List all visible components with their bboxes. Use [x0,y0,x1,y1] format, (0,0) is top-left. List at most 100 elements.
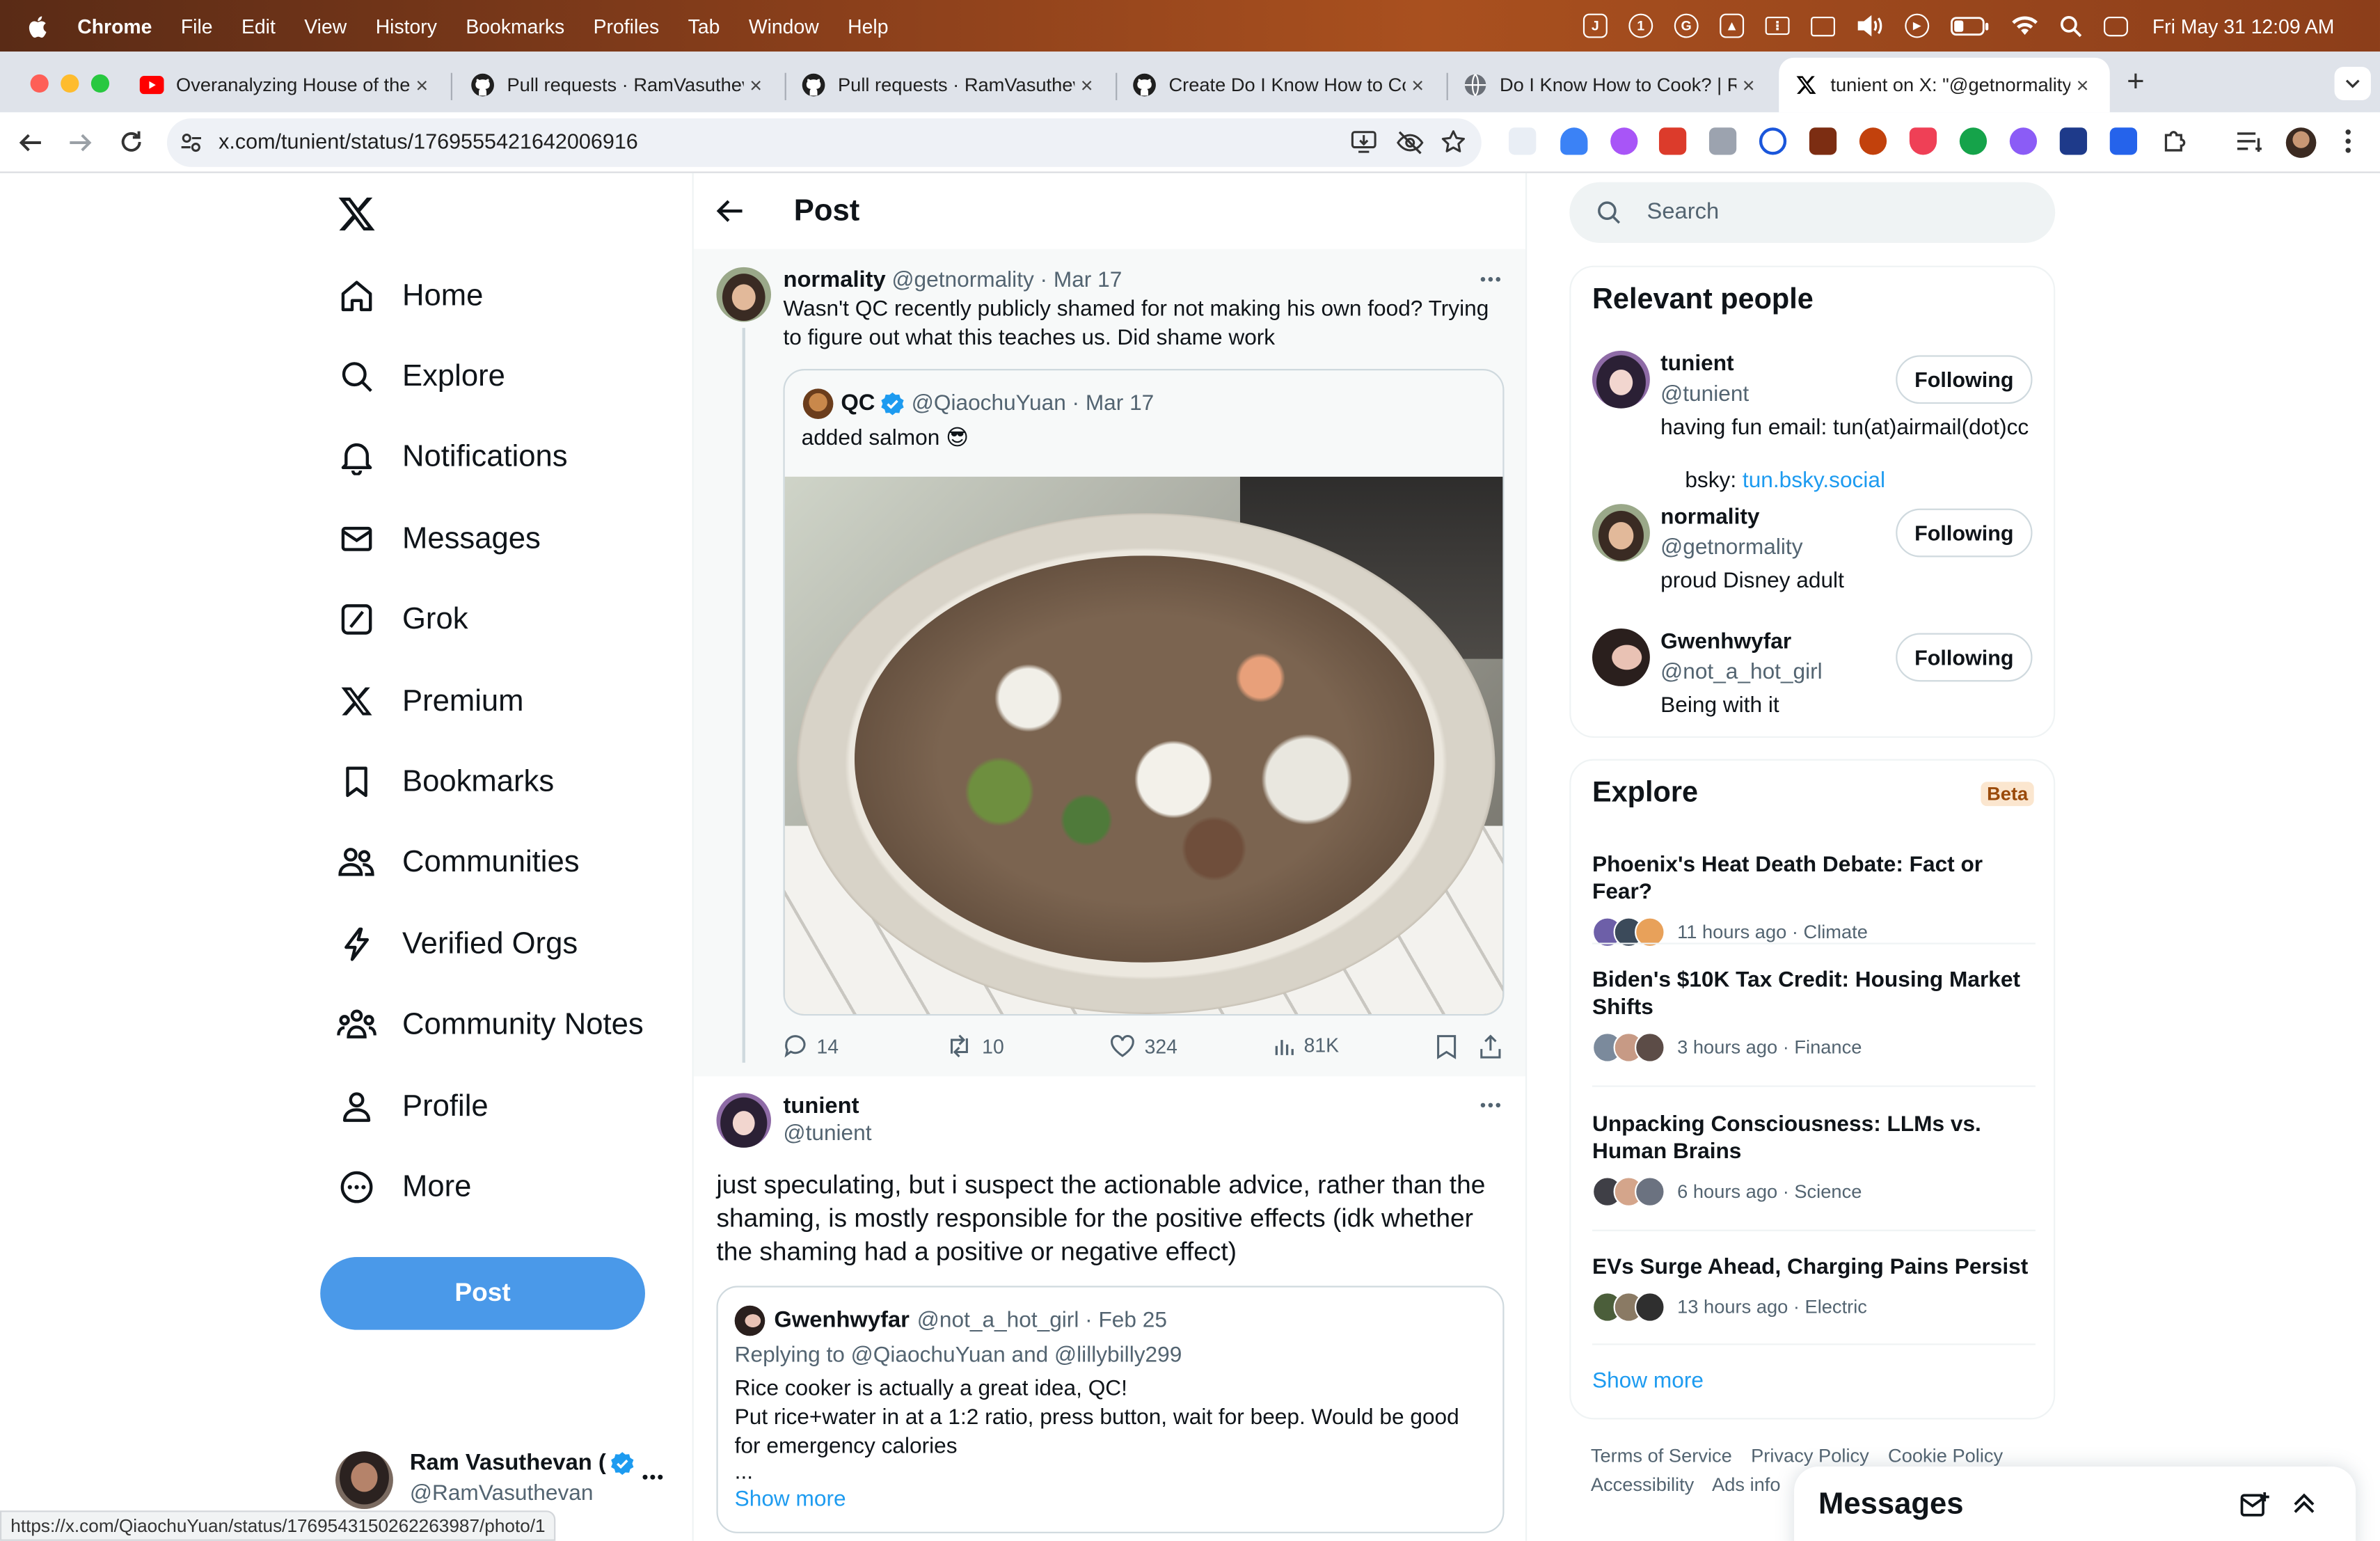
chrome-menu-icon[interactable] [2345,129,2351,153]
address-bar[interactable]: x.com/tunient/status/1769555421642006916 [166,118,1482,167]
extension-icon[interactable] [1759,127,1787,155]
browser-tab[interactable]: Create Do I Know How to Coo × [1117,58,1445,113]
tab-close-icon[interactable]: × [1074,73,1099,97]
footer-link-privacy[interactable]: Privacy Policy [1751,1445,1869,1467]
browser-tab[interactable]: Do I Know How to Cook? | Ra × [1448,58,1776,113]
spotlight-search-icon[interactable] [2060,15,2083,38]
tweet-more-icon[interactable] [1480,1102,1502,1108]
bookmark-icon[interactable] [1436,1034,1457,1059]
tab-close-icon[interactable]: × [744,73,768,97]
new-message-icon[interactable] [2240,1491,2271,1518]
search-input[interactable]: Search [1569,182,2056,243]
app-status-icon[interactable]: J [1582,13,1608,38]
forward-icon[interactable] [68,131,93,155]
reload-icon[interactable] [118,129,144,155]
browser-tab[interactable]: Pull requests · RamVasutheva × [455,58,783,113]
nav-bookmarks[interactable]: Bookmarks [337,752,554,812]
tweet-author-handle[interactable]: @getnormality [891,269,1033,293]
menu-view[interactable]: View [304,15,347,38]
messages-drawer[interactable]: Messages [1794,1466,2356,1541]
tab-close-icon[interactable]: × [1406,73,1430,97]
control-center-icon[interactable] [2104,15,2128,36]
food-photo[interactable] [784,476,1503,1014]
install-app-icon[interactable] [1351,131,1377,155]
footer-link-cookie[interactable]: Cookie Policy [1888,1445,2003,1467]
grammarly-status-icon[interactable]: G [1674,13,1699,38]
footer-link-terms[interactable]: Terms of Service [1591,1445,1732,1467]
nav-notifications[interactable]: Notifications [337,427,568,487]
menu-help[interactable]: Help [848,15,888,38]
person-handle[interactable]: @tunient [1660,383,1749,407]
following-button[interactable]: Following [1896,633,2033,682]
quoted-tweet[interactable]: Gwenhwyfar @not_a_hot_girl · Feb 25 Repl… [716,1286,1505,1533]
menu-file[interactable]: File [181,15,213,38]
person-handle[interactable]: @getnormality [1660,536,1802,560]
following-button[interactable]: Following [1896,508,2033,558]
share-icon[interactable] [1478,1034,1502,1059]
account-more-icon[interactable] [642,1474,664,1480]
extension-icon[interactable] [1560,127,1588,155]
extension-icon[interactable] [1509,127,1537,155]
tweet-author-handle[interactable]: @tunient [783,1122,871,1146]
menu-profiles[interactable]: Profiles [594,15,660,38]
show-more-link[interactable]: Show more [735,1487,846,1512]
volume-icon[interactable] [1857,14,1884,38]
nav-premium[interactable]: Premium [337,671,524,732]
display-status-icon[interactable] [1811,15,1835,36]
back-arrow-icon[interactable] [716,199,743,223]
play-status-icon[interactable]: ▶ [1905,13,1930,38]
back-icon[interactable] [18,131,42,155]
bookmark-star-icon[interactable] [1441,129,1466,155]
extension-icon[interactable] [2059,127,2088,155]
site-settings-icon[interactable] [181,132,203,154]
tweet-more-icon[interactable] [1480,276,1502,283]
expand-drawer-icon[interactable] [2292,1491,2316,1515]
person-name[interactable]: normality [1660,505,1759,530]
tweet-author-name[interactable]: normality [783,267,885,293]
reading-list-icon[interactable] [2236,129,2263,153]
new-tab-button[interactable]: + [2122,64,2149,100]
browser-tab[interactable]: Pull requests · RamVasutheva × [786,58,1114,113]
wifi-icon[interactable] [2011,15,2038,37]
extension-icon[interactable] [2009,127,2038,155]
window-minimize-button[interactable] [61,74,79,93]
bio-link[interactable]: tun.bsky.social [1743,469,1885,493]
nav-profile[interactable]: Profile [337,1076,489,1137]
drive-status-icon[interactable]: ▲ [1720,13,1745,38]
trend-item[interactable]: Biden's $10K Tax Credit: Housing Market … [1592,967,2036,1088]
menu-bookmarks[interactable]: Bookmarks [466,15,564,38]
following-button[interactable]: Following [1896,355,2033,404]
keyboard-status-icon[interactable]: ⁝ [1765,16,1790,35]
extension-icon[interactable] [1909,127,1937,155]
nav-community-notes[interactable]: Community Notes [337,995,644,1055]
nav-home[interactable]: Home [337,266,483,326]
extension-icon[interactable] [1708,127,1737,155]
like-button[interactable]: 324 [1109,1034,1177,1058]
nav-more[interactable]: More [337,1157,471,1217]
profile-avatar[interactable] [2285,127,2317,158]
apple-icon[interactable] [27,15,47,38]
quoted-tweet[interactable]: QC @QiaochuYuan · Mar 17 added salmon 😎 [783,369,1505,1016]
views-button[interactable]: 81K [1274,1034,1339,1057]
extension-icon[interactable] [1959,127,1988,155]
tab-close-icon[interactable]: × [1736,73,1761,97]
app-menu-chrome[interactable]: Chrome [77,15,152,38]
post-button[interactable]: Post [320,1256,645,1330]
window-close-button[interactable] [30,74,49,93]
extension-icon[interactable] [1610,127,1638,155]
browser-tab-active[interactable]: tunient on X: "@getnormality × [1779,57,2110,113]
trend-item[interactable]: EVs Surge Ahead, Charging Pains Persist … [1592,1254,2036,1345]
extension-icon[interactable] [1658,127,1687,155]
x-logo[interactable] [337,194,376,234]
tweet-avatar[interactable] [716,267,772,322]
retweet-button[interactable]: 10 [946,1034,1004,1058]
menu-tab[interactable]: Tab [688,15,720,38]
nav-grok[interactable]: Grok [337,589,468,649]
person-handle[interactable]: @not_a_hot_girl [1660,661,1823,685]
menu-edit[interactable]: Edit [241,15,276,38]
tweet-author-name[interactable]: tunient [783,1093,859,1119]
tweet-date[interactable]: · Mar 17 [1040,269,1122,293]
nav-messages[interactable]: Messages [337,509,541,569]
nav-verified-orgs[interactable]: Verified Orgs [337,914,578,974]
extension-icon[interactable] [1809,127,1837,155]
